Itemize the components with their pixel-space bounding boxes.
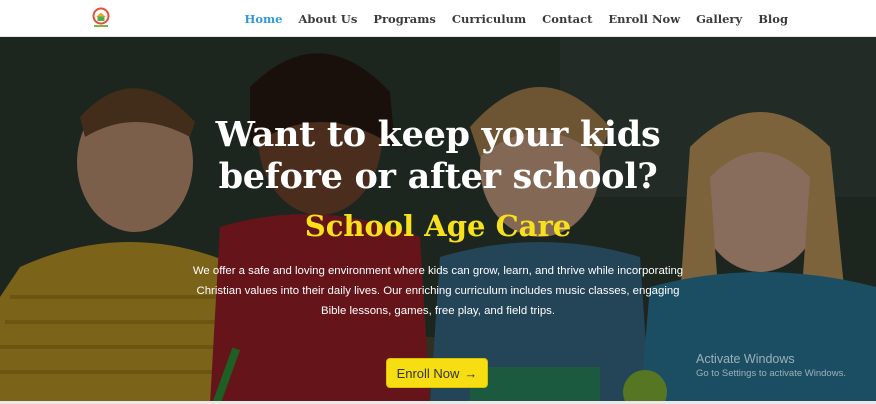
main-nav: Home About Us Programs Curriculum Contac… (244, 0, 788, 37)
enroll-now-button[interactable]: Enroll Now → (386, 358, 488, 388)
enroll-now-label: Enroll Now (396, 365, 460, 381)
hero-section: Want to keep your kids before or after s… (0, 37, 876, 404)
nav-programs[interactable]: Programs (373, 12, 436, 26)
watermark-title: Activate Windows (696, 352, 795, 366)
nav-gallery[interactable]: Gallery (696, 12, 742, 26)
hero-description: We offer a safe and loving environment w… (192, 265, 684, 317)
hero-subheading: School Age Care (304, 209, 572, 243)
top-navbar: Home About Us Programs Curriculum Contac… (0, 0, 876, 37)
hero-headline: Want to keep your kids before or after s… (0, 114, 876, 198)
nav-contact[interactable]: Contact (542, 12, 592, 26)
activate-windows-watermark: Activate Windows Go to Settings to activ… (696, 352, 846, 379)
nav-blog[interactable]: Blog (758, 12, 788, 26)
headline-line-2: before or after school? (218, 156, 658, 197)
headline-line-1: Want to keep your kids (215, 114, 661, 155)
nav-about-us[interactable]: About Us (298, 12, 357, 26)
watermark-subtitle: Go to Settings to activate Windows. (696, 368, 846, 379)
nav-home[interactable]: Home (244, 12, 282, 26)
nav-enroll-now[interactable]: Enroll Now (608, 12, 680, 26)
site-logo[interactable] (90, 7, 112, 31)
nav-curriculum[interactable]: Curriculum (452, 12, 526, 26)
arrow-right-icon: → (464, 365, 478, 381)
